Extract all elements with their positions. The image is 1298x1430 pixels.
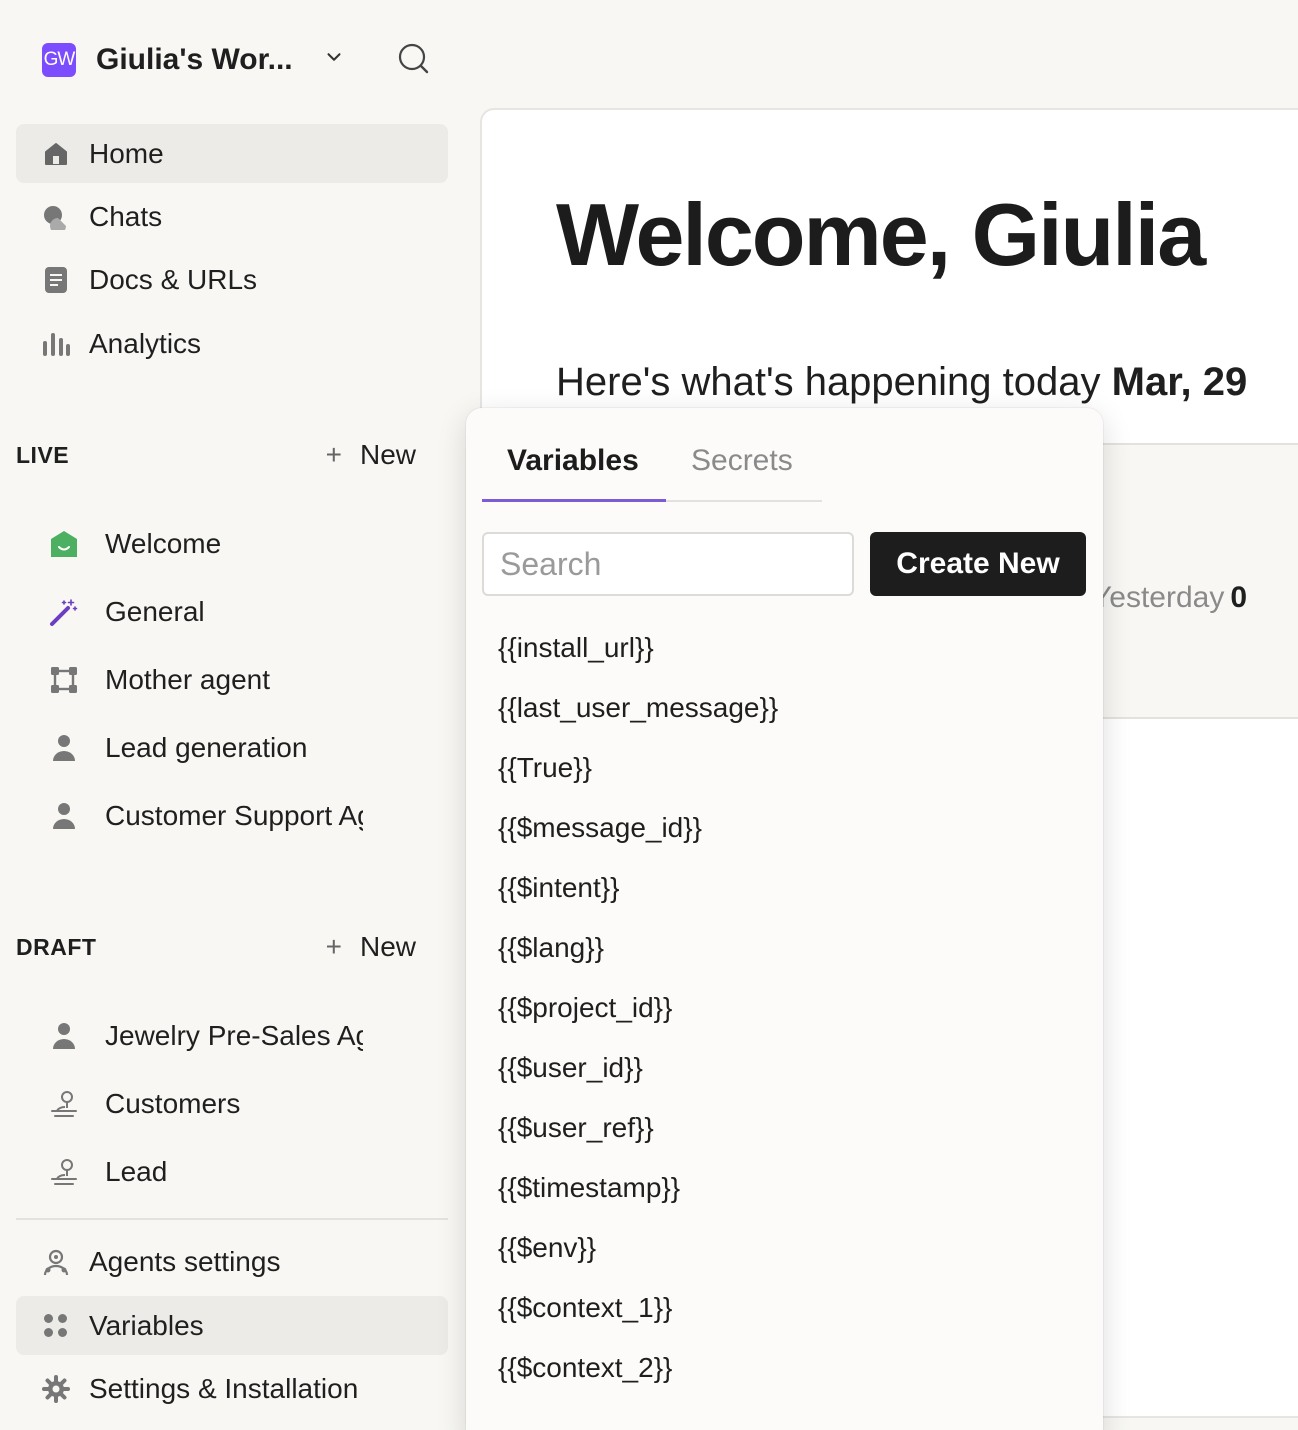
- draft-section-title: DRAFT: [16, 933, 97, 960]
- nav-label: Docs & URLs: [89, 263, 258, 295]
- search-icon[interactable]: [397, 42, 431, 76]
- page-title: Welcome, Giulia: [556, 185, 1206, 284]
- chevron-down-icon[interactable]: [323, 46, 345, 68]
- nav-label: Variables: [89, 1309, 204, 1341]
- agents-settings-icon: [42, 1248, 70, 1276]
- subtitle-date: Mar, 29: [1111, 360, 1248, 404]
- popover-tabs: Variables Secrets: [482, 430, 822, 502]
- workspace-switcher[interactable]: GW Giulia's Wor...: [42, 28, 429, 92]
- new-label: New: [359, 931, 416, 962]
- live-section-header: LIVE + New: [16, 435, 436, 475]
- stat-label: Yesterday: [1092, 581, 1225, 614]
- agent-label: Customer Support Agent: [105, 800, 363, 831]
- stat-value: 0: [1230, 581, 1248, 614]
- nav-label: Agents settings: [89, 1245, 281, 1277]
- agent-label: Lead generation: [105, 732, 308, 763]
- variable-item[interactable]: {{$message_id}}: [498, 798, 1078, 858]
- live-section-title: LIVE: [16, 441, 70, 468]
- variables-icon: [42, 1312, 70, 1340]
- tab-secrets[interactable]: Secrets: [691, 444, 793, 478]
- sidebar-divider: [16, 1218, 448, 1220]
- plus-icon: +: [325, 931, 342, 962]
- new-label: New: [359, 439, 416, 470]
- variable-item[interactable]: {{$intent}}: [498, 858, 1078, 918]
- agent-item-general[interactable]: General: [16, 584, 448, 640]
- nav-label: Home: [89, 137, 164, 169]
- draft-section-header: DRAFT + New: [16, 927, 436, 967]
- draft-new-button[interactable]: + New: [326, 931, 416, 963]
- agent-item-welcome[interactable]: Welcome: [16, 516, 448, 572]
- workspace-logo: GW: [42, 43, 76, 77]
- variable-item[interactable]: {{$env}}: [498, 1218, 1078, 1278]
- agent-item-lead-generation[interactable]: Lead generation: [16, 720, 448, 776]
- variable-item[interactable]: {{$user_ref}}: [498, 1098, 1078, 1158]
- agent-label: General: [105, 596, 205, 627]
- person-icon: [48, 800, 80, 832]
- plus-icon: +: [325, 439, 342, 470]
- search-input[interactable]: [482, 532, 854, 596]
- variable-item[interactable]: {{$timestamp}}: [498, 1158, 1078, 1218]
- variable-list: {{install_url}} {{last_user_message}} {{…: [498, 618, 1078, 1398]
- variable-item[interactable]: {{last_user_message}}: [498, 678, 1078, 738]
- welcome-agent-icon: [48, 528, 80, 560]
- page-subtitle: Here's what's happening today Mar, 29: [556, 360, 1247, 405]
- create-new-button[interactable]: Create New: [870, 532, 1086, 596]
- agent-item-jewelry-pre-sales[interactable]: Jewelry Pre-Sales Agent: [16, 1008, 448, 1064]
- nav-agents-settings[interactable]: Agents settings: [16, 1232, 448, 1291]
- doc-icon: [42, 266, 70, 294]
- agent-item-customers[interactable]: Customers: [16, 1076, 448, 1132]
- agent-label: Lead: [105, 1156, 168, 1187]
- stat-text: Yesterday 0: [1092, 581, 1247, 615]
- workspace-name: Giulia's Wor...: [96, 43, 293, 76]
- variable-item[interactable]: {{install_url}}: [498, 618, 1078, 678]
- user-location-icon: [48, 1156, 80, 1188]
- nav-label: Analytics: [89, 327, 202, 359]
- analytics-icon: [42, 330, 70, 358]
- nav-variables[interactable]: Variables: [16, 1296, 448, 1355]
- agent-item-lead[interactable]: Lead: [16, 1144, 448, 1200]
- agent-item-mother-agent[interactable]: Mother agent: [16, 652, 448, 708]
- variable-item[interactable]: {{$project_id}}: [498, 978, 1078, 1038]
- variables-popover: Variables Secrets Create New {{install_u…: [466, 408, 1103, 1430]
- frame-icon: [48, 664, 80, 696]
- variable-item[interactable]: {{$user_id}}: [498, 1038, 1078, 1098]
- variable-item[interactable]: {{$lang}}: [498, 918, 1078, 978]
- nav-docs[interactable]: Docs & URLs: [16, 250, 448, 309]
- gear-icon: [42, 1374, 70, 1403]
- tab-variables[interactable]: Variables: [507, 444, 639, 478]
- subtitle-text: Here's what's happening today: [556, 360, 1112, 404]
- agent-label: Customers: [105, 1088, 241, 1119]
- nav-label: Settings & Installation: [89, 1372, 359, 1404]
- agent-label: Jewelry Pre-Sales Agent: [105, 1020, 363, 1051]
- user-location-icon: [48, 1088, 80, 1120]
- variable-item[interactable]: {{$context_2}}: [498, 1338, 1078, 1398]
- nav-home[interactable]: Home: [16, 124, 448, 183]
- sidebar: GW Giulia's Wor... Home Chats Docs & URL…: [0, 0, 465, 1430]
- variable-item[interactable]: {{$context_1}}: [498, 1278, 1078, 1338]
- live-new-button[interactable]: + New: [326, 439, 416, 471]
- home-icon: [42, 140, 70, 168]
- agent-label: Welcome: [105, 528, 222, 559]
- chats-icon: [42, 203, 70, 231]
- active-tab-indicator: [482, 499, 666, 502]
- person-icon: [48, 732, 80, 764]
- nav-analytics[interactable]: Analytics: [16, 314, 448, 373]
- agent-item-customer-support[interactable]: Customer Support Agent: [16, 788, 448, 844]
- nav-chats[interactable]: Chats: [16, 187, 448, 246]
- nav-settings-installation[interactable]: Settings & Installation: [16, 1359, 448, 1418]
- agent-label: Mother agent: [105, 664, 270, 695]
- person-icon: [48, 1020, 80, 1052]
- variable-item[interactable]: {{True}}: [498, 738, 1078, 798]
- magic-wand-icon: [48, 596, 80, 628]
- nav-label: Chats: [89, 200, 163, 232]
